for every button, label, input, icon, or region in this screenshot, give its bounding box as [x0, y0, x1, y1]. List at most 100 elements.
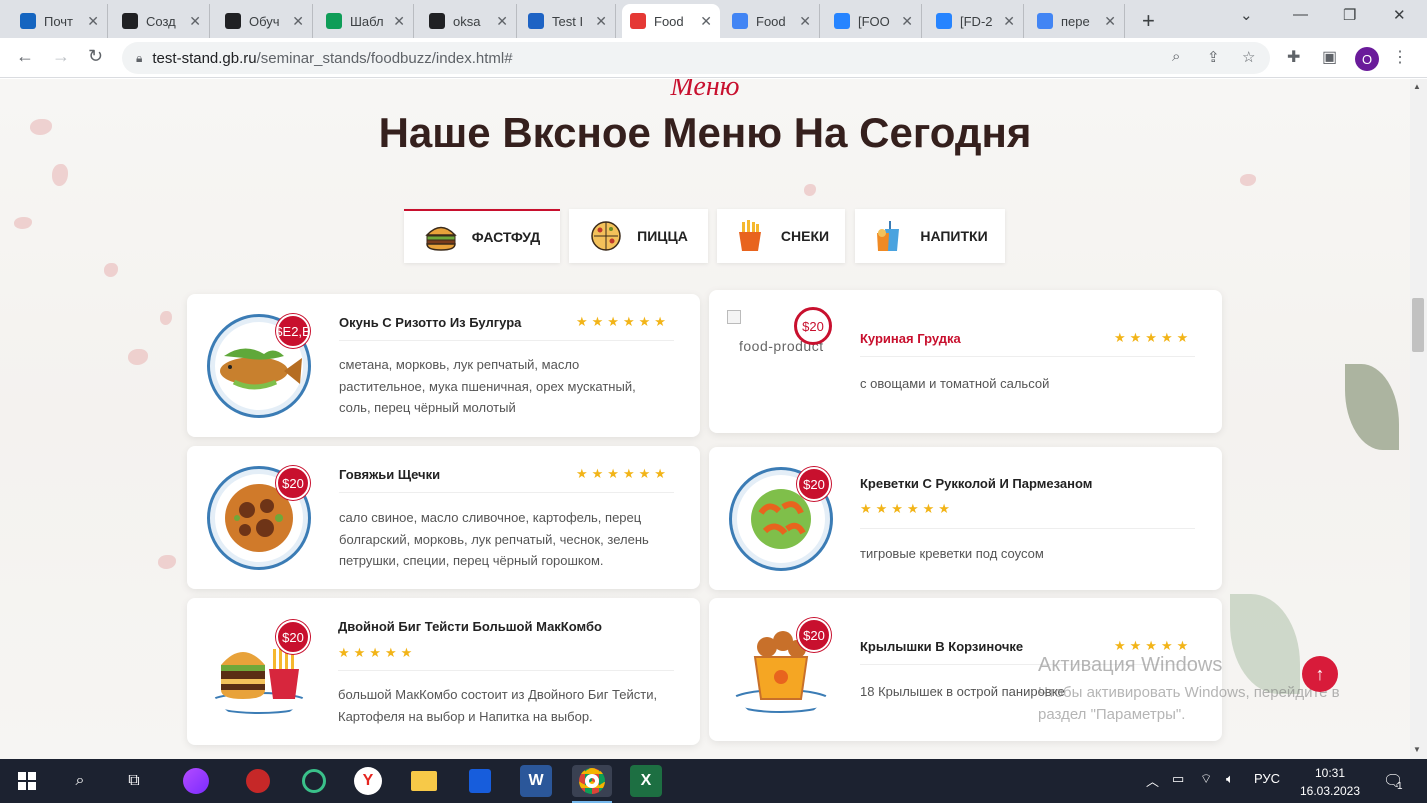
dish-name[interactable]: Креветки С Рукколой И Пармезаном: [860, 476, 1092, 491]
openai-icon: [122, 13, 138, 29]
share-icon[interactable]: ⇪: [1207, 48, 1220, 66]
alice-assistant-icon[interactable]: [180, 765, 212, 797]
word-icon[interactable]: W: [520, 765, 552, 797]
excel-icon[interactable]: X: [630, 765, 662, 797]
minimize-button[interactable]: —: [1293, 6, 1308, 23]
browser-tab[interactable]: пере ✕: [1029, 4, 1125, 38]
browser-tab[interactable]: oksa ✕: [421, 4, 517, 38]
new-tab-button[interactable]: +: [1142, 8, 1155, 34]
close-tab-icon[interactable]: ✕: [1003, 13, 1015, 30]
close-tab-icon[interactable]: ✕: [901, 13, 913, 30]
close-tab-icon[interactable]: ✕: [496, 13, 508, 30]
tab-snacks[interactable]: СНЕКИ: [717, 209, 845, 263]
forward-icon[interactable]: →: [52, 46, 70, 67]
system-clock[interactable]: 10:31 16.03.2023: [1295, 764, 1365, 800]
bookmark-star-icon[interactable]: ☆: [1242, 48, 1255, 66]
pizza-icon: [589, 219, 623, 253]
rating-stars: ★★★★★★: [576, 466, 670, 481]
page-scrollbar[interactable]: [1410, 79, 1427, 759]
dish-card[interactable]: food-product $20 Куриная Грудка ★★★★★ с …: [709, 290, 1222, 433]
tab-search-icon[interactable]: ⌄: [1240, 6, 1253, 24]
dish-card[interactable]: $20 Говяжьи Щечки ★★★★★★ сало свиное, ма…: [187, 446, 700, 589]
close-tab-icon[interactable]: ✕: [799, 13, 811, 30]
browser-tab[interactable]: Food ✕: [724, 4, 820, 38]
close-window-button[interactable]: ✕: [1393, 6, 1406, 24]
tab-drinks[interactable]: НАПИТКИ: [855, 209, 1005, 263]
browser-tab[interactable]: Созд ✕: [114, 4, 210, 38]
browser-tab[interactable]: [FOO ✕: [826, 4, 922, 38]
leaf-decoration: [1345, 364, 1399, 450]
browser-tab[interactable]: Food ✕: [622, 4, 720, 38]
battery-icon[interactable]: ▭: [1172, 771, 1184, 787]
lock-icon[interactable]: 🔒︎: [136, 51, 142, 66]
clock-date: 16.03.2023: [1299, 784, 1361, 798]
back-to-top-button[interactable]: ↑: [1302, 656, 1338, 692]
maximize-button[interactable]: ❐: [1343, 6, 1356, 24]
dish-description: с овощами и томатной сальсой: [860, 376, 1050, 391]
teams-icon[interactable]: [298, 765, 330, 797]
rating-stars: ★★★★★: [1114, 330, 1193, 345]
petal-decoration: [1240, 174, 1256, 186]
divider: [860, 528, 1195, 529]
dish-card[interactable]: $20 Креветки С Рукколой И Пармезаном ★★★…: [709, 447, 1222, 590]
windows-start-icon[interactable]: [11, 765, 43, 797]
menu-kebab-icon[interactable]: ⋮: [1392, 47, 1408, 67]
burger-icon: [424, 220, 458, 254]
file-explorer-icon[interactable]: [408, 765, 440, 797]
mail-icon: [20, 13, 36, 29]
close-tab-icon[interactable]: ✕: [1104, 13, 1116, 30]
browser-tab-title: Почт: [44, 13, 74, 29]
bitwarden-icon[interactable]: [464, 765, 496, 797]
search-icon[interactable]: ⌕: [64, 765, 96, 797]
browser-tab[interactable]: [FD-2 ✕: [928, 4, 1024, 38]
close-tab-icon[interactable]: ✕: [87, 13, 99, 30]
yandex-browser-icon[interactable]: Y: [354, 767, 382, 795]
page-title: Наше Вксное Меню На Сегодня: [378, 109, 1032, 156]
price-badge: $20: [276, 620, 310, 654]
dish-name[interactable]: Говяжьи Щечки: [339, 467, 440, 482]
petal-decoration: [52, 164, 68, 186]
close-tab-icon[interactable]: ✕: [292, 13, 304, 30]
fries-icon: [733, 219, 767, 253]
antivirus-icon[interactable]: [242, 765, 274, 797]
close-tab-icon[interactable]: ✕: [393, 13, 405, 30]
browser-tab[interactable]: Почт ✕: [12, 4, 108, 38]
zoom-icon[interactable]: ⌕: [1172, 48, 1180, 65]
tab-fastfood-label: ФАСТФУД: [471, 229, 541, 245]
scroll-up-icon[interactable]: ▲: [1413, 82, 1421, 91]
volume-icon[interactable]: 🔈︎: [1226, 771, 1234, 787]
tab-fastfood[interactable]: ФАСТФУД: [404, 209, 560, 263]
test-icon: [528, 13, 544, 29]
dish-name[interactable]: Крылышки В Корзиночке: [860, 639, 1023, 654]
scroll-down-icon[interactable]: ▼: [1413, 745, 1421, 754]
dish-card[interactable]: $E2,B Окунь С Ризотто Из Булгура ★★★★★★ …: [187, 294, 700, 437]
page-viewport: Меню Наше Вксное Меню На Сегодня ФАСТФУД…: [0, 79, 1410, 759]
chrome-icon[interactable]: [572, 765, 612, 803]
scrollbar-thumb[interactable]: [1412, 298, 1424, 352]
extensions-icon[interactable]: ✚: [1287, 47, 1300, 67]
close-tab-icon[interactable]: ✕: [700, 13, 712, 30]
close-tab-icon[interactable]: ✕: [189, 13, 201, 30]
dish-description: тигровые креветки под соусом: [860, 546, 1044, 561]
language-indicator[interactable]: РУС: [1254, 771, 1280, 786]
close-tab-icon[interactable]: ✕: [595, 13, 607, 30]
dish-name[interactable]: Окунь С Ризотто Из Булгура: [339, 315, 521, 330]
dish-card[interactable]: $20 Двойной Биг Тейсти Большой МакКомбо …: [187, 598, 700, 745]
task-view-icon[interactable]: ⧉: [118, 765, 150, 797]
browser-tab[interactable]: Test I ✕: [520, 4, 616, 38]
profile-avatar[interactable]: O: [1355, 47, 1379, 71]
tray-chevron-icon[interactable]: ︿: [1146, 771, 1159, 790]
browser-tab[interactable]: Обуч ✕: [217, 4, 313, 38]
price-badge: $20: [794, 307, 832, 345]
back-icon[interactable]: ←: [16, 46, 34, 67]
price-badge: $20: [797, 618, 831, 652]
dish-name[interactable]: Двойной Биг Тейсти Большой МакКомбо: [338, 619, 602, 634]
tab-pizza[interactable]: ПИЦЦА: [569, 209, 708, 263]
category-tabs: ФАСТФУД ПИЦЦА СНЕКИ НАПИТКИ: [0, 209, 1410, 263]
side-panel-icon[interactable]: ▣: [1322, 47, 1337, 67]
dish-name[interactable]: Куриная Грудка: [860, 331, 961, 346]
address-bar[interactable]: 🔒︎ test-stand.gb.ru/seminar_stands/foodb…: [122, 42, 1270, 74]
wifi-icon[interactable]: ⌔: [1200, 771, 1212, 787]
reload-icon[interactable]: ↻: [88, 46, 103, 67]
browser-tab[interactable]: Шабл ✕: [318, 4, 414, 38]
